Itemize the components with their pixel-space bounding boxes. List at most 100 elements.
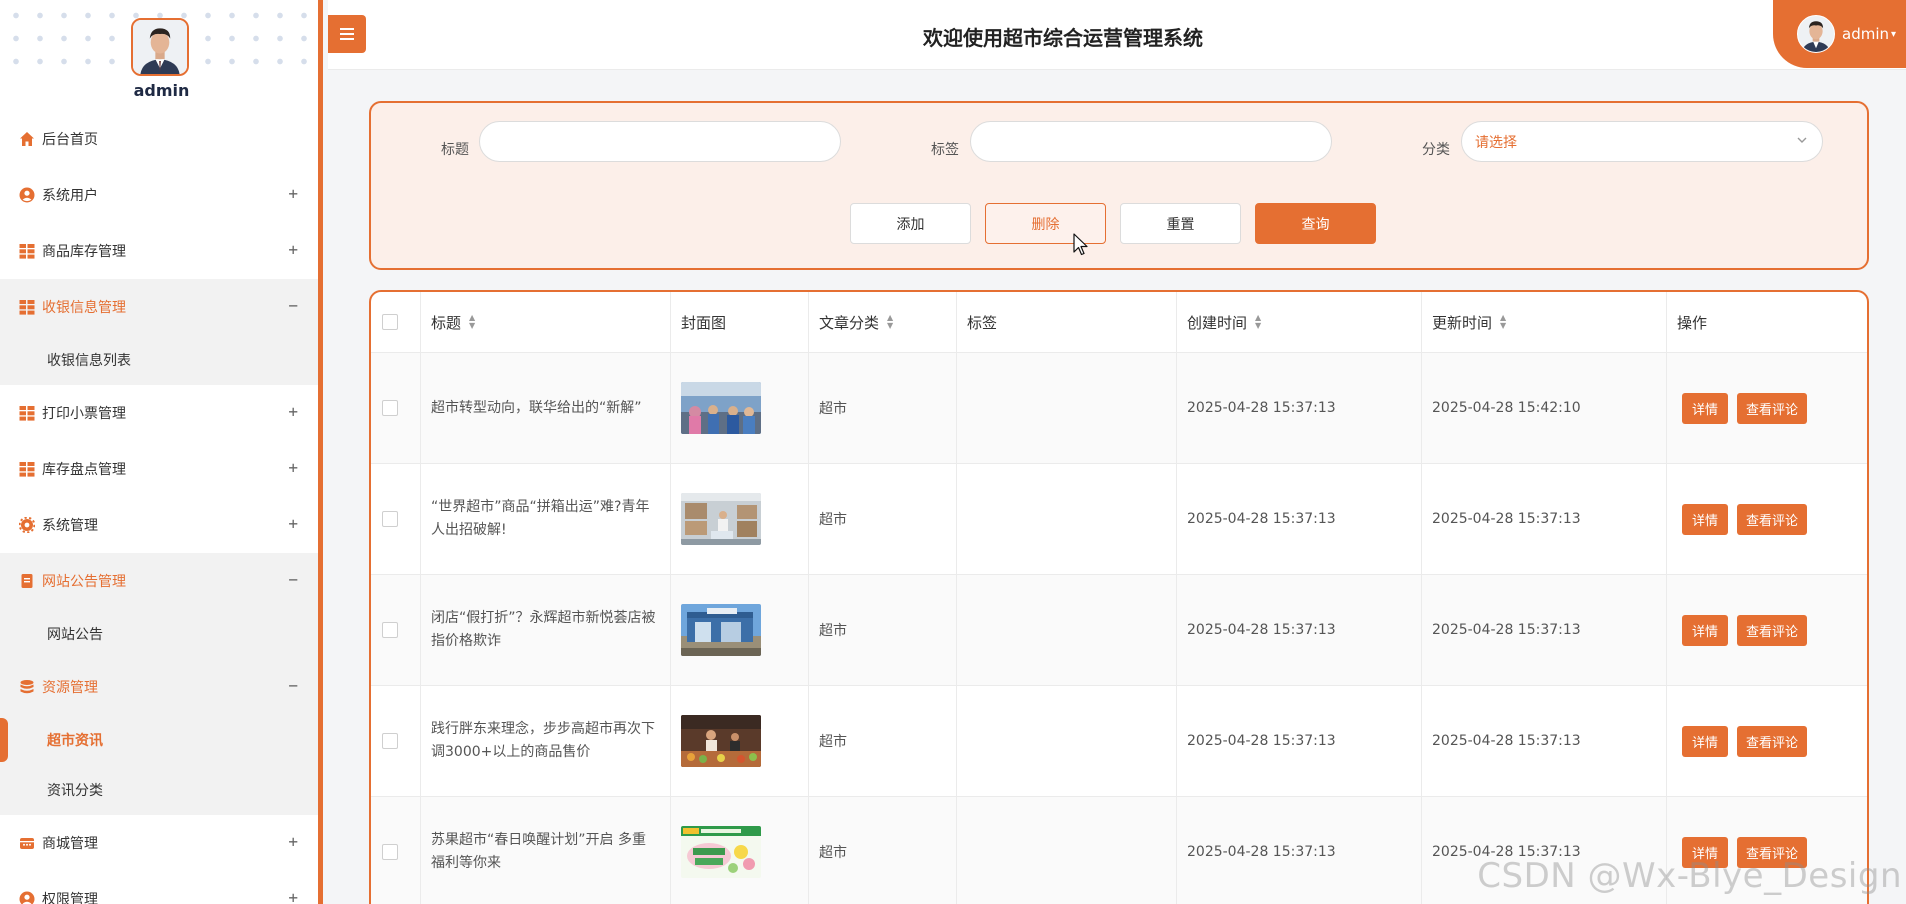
column-category-label: 文章分类 bbox=[819, 313, 880, 332]
page-title: 欢迎使用超市综合运营管理系统 bbox=[923, 26, 1203, 50]
profile-name: admin bbox=[133, 81, 190, 100]
expand-icon: + bbox=[288, 184, 298, 203]
title-cell: 超市转型动向，联华给出的“新解” bbox=[421, 353, 671, 463]
submenu: 网站公告 bbox=[0, 609, 318, 659]
sidebar-menu: 后台首页 系统用户 + 商品库存管理 + 收银信息管理 − 收银信息列表 打印小… bbox=[0, 111, 318, 904]
sidebar-item-mall[interactable]: 商城管理 + bbox=[0, 815, 318, 871]
sidebar-item-announcements[interactable]: 网站公告管理 − bbox=[0, 553, 318, 609]
sidebar-subitem-cashier-list[interactable]: 收银信息列表 bbox=[0, 335, 318, 385]
sidebar-item-label: 收银信息管理 bbox=[42, 300, 126, 316]
cover-image[interactable] bbox=[681, 604, 761, 656]
column-header-category[interactable]: 文章分类 ▲ ▼ bbox=[809, 292, 957, 352]
sidebar-item-label: 网站公告管理 bbox=[42, 574, 126, 590]
actions-cell: 详情 查看评论 bbox=[1667, 353, 1867, 463]
sidebar-item-cashier[interactable]: 收银信息管理 − bbox=[0, 279, 318, 335]
category-select[interactable]: 请选择 bbox=[1461, 121, 1823, 162]
title-filter-input[interactable] bbox=[479, 121, 841, 162]
sidebar-item-label: 系统管理 bbox=[42, 518, 98, 534]
column-cover-label: 封面图 bbox=[681, 313, 727, 332]
sidebar-subitem-news-category[interactable]: 资讯分类 bbox=[0, 765, 318, 815]
reset-button[interactable]: 重置 bbox=[1120, 203, 1241, 244]
row-title: 闭店“假打折”？永辉超市新悦荟店被指价格欺诈 bbox=[431, 610, 656, 649]
cover-image[interactable] bbox=[681, 715, 761, 767]
row-select-cell bbox=[371, 575, 421, 685]
tags-cell bbox=[957, 353, 1177, 463]
collapse-icon: − bbox=[288, 296, 298, 315]
row-checkbox[interactable] bbox=[382, 511, 398, 527]
sort-icon[interactable]: ▲ ▼ bbox=[1255, 314, 1261, 330]
row-select-cell bbox=[371, 797, 421, 904]
detail-button[interactable]: 详情 bbox=[1682, 725, 1728, 757]
grid-icon bbox=[19, 299, 35, 315]
cover-cell bbox=[671, 464, 809, 574]
detail-button[interactable]: 详情 bbox=[1682, 614, 1728, 646]
column-header-title[interactable]: 标题 ▲ ▼ bbox=[421, 292, 671, 352]
sidebar-item-inventory[interactable]: 商品库存管理 + bbox=[0, 223, 318, 279]
sort-icon[interactable]: ▲ ▼ bbox=[469, 314, 475, 330]
sidebar-item-label: 商品库存管理 bbox=[42, 244, 126, 260]
row-checkbox[interactable] bbox=[382, 733, 398, 749]
view-comments-button[interactable]: 查看评论 bbox=[1737, 614, 1807, 646]
sort-icon[interactable]: ▲ ▼ bbox=[1500, 314, 1506, 330]
user-menu[interactable]: admin ▾ bbox=[1773, 0, 1906, 68]
column-header-created[interactable]: 创建时间 ▲ ▼ bbox=[1177, 292, 1422, 352]
category-cell: 超市 bbox=[809, 464, 957, 574]
sidebar-item-receipt[interactable]: 打印小票管理 + bbox=[0, 385, 318, 441]
row-select-cell bbox=[371, 686, 421, 796]
sidebar-item-label: 库存盘点管理 bbox=[42, 462, 126, 478]
category-cell: 超市 bbox=[809, 575, 957, 685]
row-checkbox[interactable] bbox=[382, 622, 398, 638]
row-title: 苏果超市“春日唤醒计划”开启 多重福利等你来 bbox=[431, 832, 646, 871]
sidebar-item-stocktake[interactable]: 库存盘点管理 + bbox=[0, 441, 318, 497]
sidebar-item-system-users[interactable]: 系统用户 + bbox=[0, 167, 318, 223]
grid-icon bbox=[19, 461, 35, 477]
cover-image[interactable] bbox=[681, 826, 761, 878]
created-cell: 2025-04-28 15:37:13 bbox=[1177, 353, 1422, 463]
user-icon bbox=[19, 187, 35, 203]
updated-cell: 2025-04-28 15:37:13 bbox=[1422, 575, 1667, 685]
updated-cell: 2025-04-28 15:42:10 bbox=[1422, 353, 1667, 463]
column-header-tags: 标签 bbox=[957, 292, 1177, 352]
row-checkbox[interactable] bbox=[382, 400, 398, 416]
cover-image[interactable] bbox=[681, 493, 761, 545]
row-title: “世界超市”商品“拼箱出运”难?青年人出招破解! bbox=[431, 499, 650, 538]
view-comments-button[interactable]: 查看评论 bbox=[1737, 392, 1807, 424]
sidebar-item-permissions[interactable]: 权限管理 + bbox=[0, 871, 318, 904]
home-icon bbox=[19, 131, 35, 147]
select-all-checkbox[interactable] bbox=[382, 314, 398, 330]
tags-cell bbox=[957, 464, 1177, 574]
tag-filter-input[interactable] bbox=[970, 121, 1332, 162]
cover-image[interactable] bbox=[681, 382, 761, 434]
column-header-actions: 操作 bbox=[1667, 292, 1867, 352]
created-cell: 2025-04-28 15:37:13 bbox=[1177, 575, 1422, 685]
mouse-cursor-icon bbox=[1073, 233, 1088, 256]
category-select-placeholder: 请选择 bbox=[1475, 134, 1517, 151]
sidebar-item-dashboard[interactable]: 后台首页 bbox=[0, 111, 318, 167]
row-checkbox[interactable] bbox=[382, 844, 398, 860]
query-button[interactable]: 查询 bbox=[1255, 203, 1376, 244]
expand-icon: + bbox=[288, 832, 298, 851]
sort-icon[interactable]: ▲ ▼ bbox=[887, 314, 893, 330]
table-header: 标题 ▲ ▼ 封面图 文章分类 ▲ ▼ 标签 创建时间 ▲ ▼ 更新时间 ▲ ▼ 操作 bbox=[371, 292, 1867, 353]
sidebar-item-system[interactable]: 系统管理 + bbox=[0, 497, 318, 553]
column-title-label: 标题 bbox=[431, 313, 462, 332]
detail-button[interactable]: 详情 bbox=[1682, 392, 1728, 424]
add-button[interactable]: 添加 bbox=[850, 203, 971, 244]
chevron-down-icon: ▾ bbox=[1891, 28, 1897, 40]
detail-button[interactable]: 详情 bbox=[1682, 503, 1728, 535]
avatar[interactable] bbox=[131, 18, 189, 76]
sidebar-item-resources[interactable]: 资源管理 − bbox=[0, 659, 318, 715]
view-comments-button[interactable]: 查看评论 bbox=[1737, 725, 1807, 757]
sidebar-subitem-supermarket-news[interactable]: 超市资讯 bbox=[0, 715, 318, 765]
column-header-updated[interactable]: 更新时间 ▲ ▼ bbox=[1422, 292, 1667, 352]
created-cell: 2025-04-28 15:37:13 bbox=[1177, 686, 1422, 796]
view-comments-button[interactable]: 查看评论 bbox=[1737, 503, 1807, 535]
category-filter-label: 分类 bbox=[1422, 142, 1450, 158]
sidebar-subitem-announcement[interactable]: 网站公告 bbox=[0, 609, 318, 659]
grid-icon bbox=[19, 405, 35, 421]
database-icon bbox=[19, 679, 35, 695]
watermark: CSDN @Wx-Blye_Design bbox=[1477, 856, 1902, 896]
tags-cell bbox=[957, 797, 1177, 904]
user-name: admin bbox=[1842, 25, 1889, 43]
cover-cell bbox=[671, 353, 809, 463]
